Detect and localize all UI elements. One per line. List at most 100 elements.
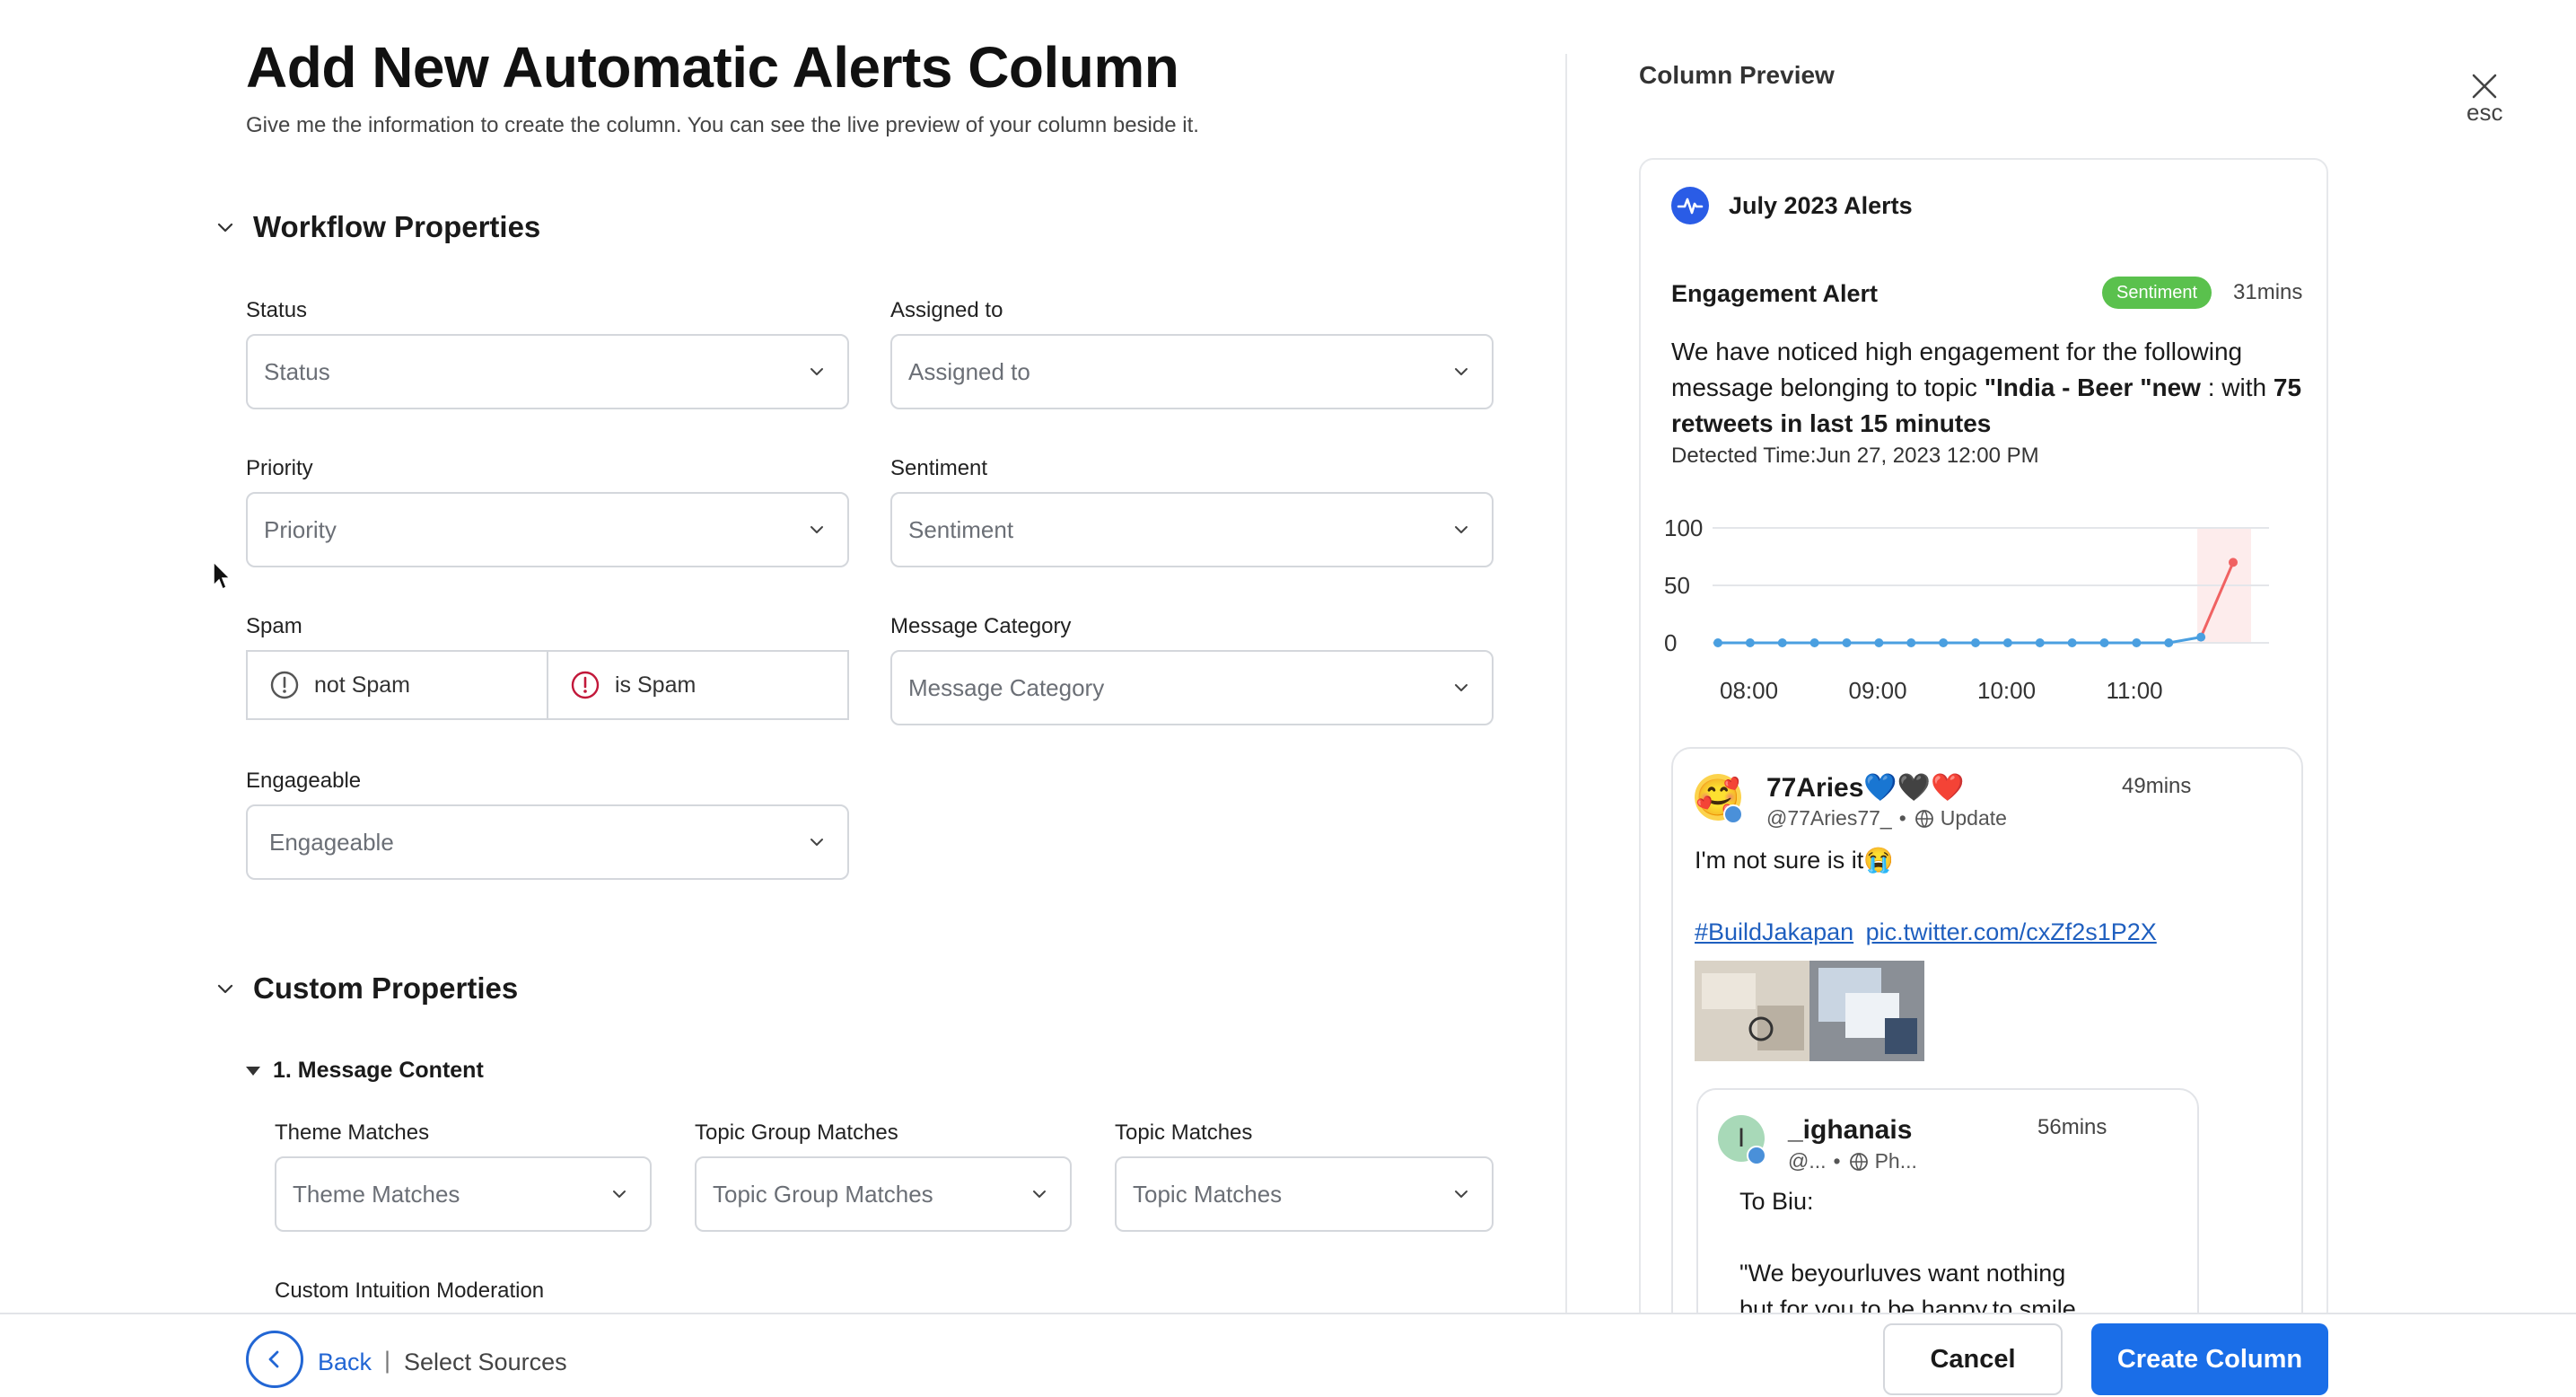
globe-icon bbox=[1914, 809, 1933, 828]
esc-label: esc bbox=[2466, 99, 2503, 126]
status-label: Status bbox=[246, 298, 308, 322]
column-preview-card: July 2023 Alerts Engagement Alert Sentim… bbox=[1639, 158, 2328, 1325]
cancel-button[interactable]: Cancel bbox=[1883, 1323, 2063, 1395]
close-icon bbox=[2472, 74, 2497, 99]
y-tick-label: 100 bbox=[1664, 514, 1703, 541]
spam-label: Spam bbox=[246, 614, 302, 638]
verified-icon bbox=[1747, 1146, 1766, 1165]
topic-matches-placeholder: Topic Matches bbox=[1133, 1180, 1283, 1208]
data-point bbox=[1874, 638, 1884, 647]
topic-group-matches-placeholder: Topic Group Matches bbox=[713, 1180, 933, 1208]
tweet-links: #BuildJakapan pic.twitter.com/cxZf2s1P2X bbox=[1695, 914, 2157, 950]
engageable-select[interactable]: Engageable bbox=[246, 804, 849, 880]
topic-group-matches-label: Topic Group Matches bbox=[695, 1120, 898, 1145]
is-spam-option[interactable]: is Spam bbox=[547, 652, 847, 718]
theme-matches-select[interactable]: Theme Matches bbox=[275, 1156, 652, 1232]
status-select[interactable]: Status bbox=[246, 334, 849, 409]
status-placeholder: Status bbox=[264, 357, 330, 385]
breadcrumb-separator: | bbox=[384, 1347, 391, 1374]
dot-separator: • bbox=[1898, 806, 1906, 830]
assigned-placeholder: Assigned to bbox=[908, 357, 1030, 385]
topic-group-matches-select[interactable]: Topic Group Matches bbox=[695, 1156, 1072, 1232]
topic-matches-label: Topic Matches bbox=[1115, 1120, 1253, 1145]
panel-divider bbox=[1565, 54, 1567, 1313]
data-point bbox=[2002, 638, 2012, 647]
footer-bar: Back | Select Sources Cancel Create Colu… bbox=[0, 1313, 2576, 1397]
create-column-button[interactable]: Create Column bbox=[2091, 1323, 2328, 1395]
custom-section-toggle[interactable]: Custom Properties bbox=[212, 971, 518, 1006]
chevron-down-icon bbox=[1455, 684, 1468, 691]
priority-label: Priority bbox=[246, 456, 313, 480]
not-spam-option[interactable]: not Spam bbox=[248, 652, 547, 718]
data-point bbox=[2132, 638, 2142, 647]
x-tick-label: 11:00 bbox=[2107, 677, 2163, 704]
column-name: July 2023 Alerts bbox=[1729, 191, 1913, 219]
sentiment-select[interactable]: Sentiment bbox=[890, 492, 1494, 567]
message-content-title: 1. Message Content bbox=[273, 1058, 484, 1083]
chevron-down-icon bbox=[212, 214, 239, 241]
form-panel: Add New Automatic Alerts Column Give me … bbox=[0, 0, 1565, 1313]
alert-circle-icon bbox=[270, 671, 299, 699]
tweet-card[interactable]: 🥰 77Aries💙🖤❤️ @77Aries77_ • Update 49min… bbox=[1671, 747, 2303, 1323]
sentiment-badge: Sentiment bbox=[2102, 277, 2212, 309]
reply-line-2: "We beyourluves want nothing bbox=[1739, 1260, 2066, 1287]
engageable-label: Engageable bbox=[246, 769, 362, 793]
sentiment-label: Sentiment bbox=[890, 456, 988, 480]
data-point bbox=[1939, 638, 1949, 647]
priority-select[interactable]: Priority bbox=[246, 492, 849, 567]
assigned-select[interactable]: Assigned to bbox=[890, 334, 1494, 409]
reply-card[interactable]: I _ighanais @... • Ph... 56mins To Biu: … bbox=[1696, 1088, 2199, 1323]
sentiment-placeholder: Sentiment bbox=[908, 515, 1014, 543]
chevron-down-icon bbox=[1455, 526, 1468, 533]
chevron-down-icon bbox=[810, 368, 823, 375]
breadcrumb-current: Select Sources bbox=[404, 1349, 567, 1375]
not-spam-label: not Spam bbox=[314, 672, 411, 698]
topic-matches-select[interactable]: Topic Matches bbox=[1115, 1156, 1494, 1232]
theme-matches-label: Theme Matches bbox=[275, 1120, 430, 1145]
reply-handle-row: @... • Ph... bbox=[1788, 1149, 1917, 1173]
page-subtitle: Give me the information to create the co… bbox=[246, 113, 1199, 137]
alert-circle-icon bbox=[571, 671, 600, 699]
data-point bbox=[1809, 638, 1819, 647]
custom-section-title: Custom Properties bbox=[253, 971, 519, 1005]
engageable-placeholder: Engageable bbox=[269, 828, 394, 856]
reply-tag: Ph... bbox=[1874, 1149, 1917, 1173]
tweet-image-1[interactable] bbox=[1695, 961, 1809, 1061]
alert-message: We have noticed high engagement for the … bbox=[1671, 334, 2318, 442]
column-header: July 2023 Alerts bbox=[1671, 187, 1913, 224]
assigned-label: Assigned to bbox=[890, 298, 1003, 322]
back-link[interactable]: Back bbox=[318, 1349, 372, 1376]
y-tick-label: 50 bbox=[1664, 572, 1690, 599]
data-point bbox=[1842, 638, 1852, 647]
message-category-placeholder: Message Category bbox=[908, 673, 1105, 701]
alert-text-2: : with bbox=[2200, 373, 2274, 401]
tweet-handle: @77Aries77_ bbox=[1766, 806, 1892, 830]
media-link[interactable]: pic.twitter.com/cxZf2s1P2X bbox=[1866, 918, 2157, 945]
chevron-down-icon bbox=[613, 1191, 626, 1198]
alert-title: Engagement Alert bbox=[1671, 280, 1879, 307]
workflow-section-toggle[interactable]: Workflow Properties bbox=[212, 210, 540, 244]
message-content-toggle[interactable]: 1. Message Content bbox=[246, 1058, 484, 1084]
data-point bbox=[2099, 638, 2109, 647]
chevron-down-icon bbox=[1033, 1191, 1046, 1198]
back-button[interactable] bbox=[246, 1331, 303, 1388]
reply-handle: @... bbox=[1788, 1149, 1827, 1173]
tweet-author-name: 77Aries💙🖤❤️ bbox=[1766, 773, 1965, 803]
data-point bbox=[2164, 638, 2174, 647]
preview-title: Column Preview bbox=[1639, 61, 1835, 89]
x-tick-label: 08:00 bbox=[1720, 677, 1778, 704]
chevron-down-icon bbox=[1455, 1191, 1468, 1198]
caret-down-icon bbox=[246, 1066, 260, 1076]
chevron-down-icon bbox=[1455, 368, 1468, 375]
data-point bbox=[1713, 638, 1722, 647]
message-category-select[interactable]: Message Category bbox=[890, 650, 1494, 725]
hashtag-link[interactable]: #BuildJakapan bbox=[1695, 918, 1853, 945]
data-point bbox=[2196, 632, 2206, 642]
tweet-handle-row: @77Aries77_ • Update bbox=[1766, 806, 2007, 830]
data-point bbox=[2067, 638, 2077, 647]
y-tick-label: 0 bbox=[1664, 629, 1677, 656]
page-title: Add New Automatic Alerts Column bbox=[246, 35, 1179, 100]
mouse-cursor-icon bbox=[213, 560, 232, 591]
tweet-image-2[interactable] bbox=[1809, 961, 1924, 1061]
chevron-down-icon bbox=[212, 975, 239, 1002]
